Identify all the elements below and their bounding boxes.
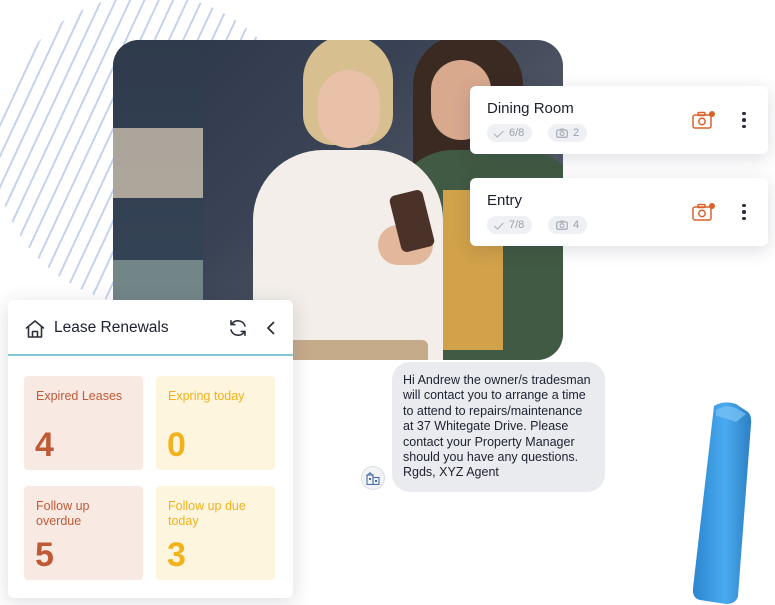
tile-value: 5 <box>35 536 54 574</box>
panel-title: Lease Renewals <box>54 319 169 336</box>
tile-label: Expired Leases <box>36 389 123 403</box>
progress-badge: 6/8 <box>487 124 533 142</box>
tile-label: Follow up overdue <box>36 499 90 528</box>
tile-value: 3 <box>167 536 186 574</box>
tile-expiring-today[interactable]: Expring today 0 <box>156 376 275 470</box>
sms-message-bubble: Hi Andrew the owner/s tradesman will con… <box>392 362 605 492</box>
blue-handheld-device <box>692 402 752 604</box>
building-icon <box>366 472 380 485</box>
agency-avatar <box>361 466 385 490</box>
photo-count-badge: 2 <box>548 124 588 142</box>
kebab-menu-icon[interactable] <box>738 200 750 224</box>
kebab-menu-icon[interactable] <box>738 108 750 132</box>
progress-count: 7/8 <box>509 219 525 231</box>
refresh-icon[interactable] <box>227 317 249 339</box>
tile-label: Expring today <box>168 389 245 403</box>
room-name: Dining Room <box>487 100 574 117</box>
camera-badge-icon[interactable] <box>692 202 716 222</box>
house-icon <box>25 320 45 338</box>
camera-outline-icon <box>556 128 568 138</box>
progress-count: 6/8 <box>509 127 525 139</box>
tile-follow-up-overdue[interactable]: Follow up overdue 5 <box>24 486 143 580</box>
tile-expired-leases[interactable]: Expired Leases 4 <box>24 376 143 470</box>
camera-outline-icon <box>556 220 568 230</box>
photo-count: 2 <box>573 127 580 139</box>
chevron-left-icon[interactable] <box>262 319 280 337</box>
room-card-entry[interactable]: Entry 7/8 4 <box>470 178 768 246</box>
photo-count-badge: 4 <box>548 216 588 234</box>
room-name: Entry <box>487 192 523 209</box>
room-card-dining-room[interactable]: Dining Room 6/8 2 <box>470 86 768 154</box>
photo-count: 4 <box>573 219 580 231</box>
camera-badge-icon[interactable] <box>692 110 716 130</box>
check-icon <box>493 127 504 138</box>
tile-value: 0 <box>167 426 186 464</box>
lease-renewals-header: Lease Renewals <box>8 300 293 356</box>
lease-renewals-panel: Lease Renewals Expired Leases 4 Expring … <box>8 300 293 598</box>
tile-label: Follow up due today <box>168 499 246 528</box>
tile-follow-up-due-today[interactable]: Follow up due today 3 <box>156 486 275 580</box>
progress-badge: 7/8 <box>487 216 533 234</box>
check-icon <box>493 219 504 230</box>
tile-value: 4 <box>35 426 54 464</box>
